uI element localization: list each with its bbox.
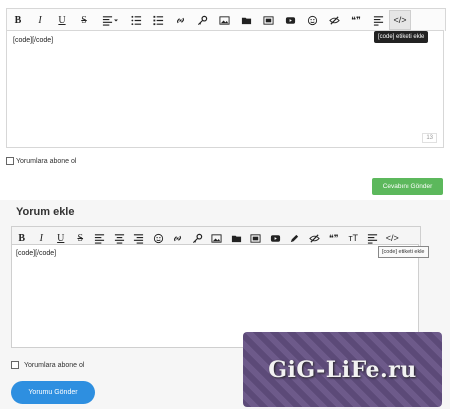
media-icon xyxy=(262,15,274,25)
reply-editor[interactable]: [code][/code] 13 xyxy=(6,30,444,148)
paragraph-icon xyxy=(368,233,378,244)
video-icon xyxy=(270,234,280,242)
upload-button[interactable] xyxy=(235,10,257,30)
media-icon xyxy=(250,233,261,243)
editor-toolbar: B I U S ❝❞ </> xyxy=(6,8,446,31)
youtube-icon xyxy=(285,16,295,24)
image-icon xyxy=(218,15,230,25)
folder-icon xyxy=(231,235,241,242)
italic-button[interactable]: I xyxy=(29,10,51,30)
key-icon xyxy=(197,15,207,25)
eye-slash-icon xyxy=(309,233,320,243)
link-icon xyxy=(176,17,184,23)
link-icon xyxy=(174,235,182,241)
align-left-icon xyxy=(95,233,105,244)
list-icon xyxy=(152,15,163,25)
paragraph-button[interactable] xyxy=(367,10,389,30)
image-button[interactable] xyxy=(213,10,235,30)
smiley-icon xyxy=(307,15,317,25)
subscribe-option[interactable]: Yorumlara abone ol xyxy=(6,157,76,165)
subscribe-checkbox[interactable] xyxy=(11,361,19,369)
align-center-icon xyxy=(114,233,124,244)
emoji-button[interactable] xyxy=(301,10,323,30)
unordered-list-button[interactable] xyxy=(147,10,169,30)
watermark-text: GiG-LiFe.ru xyxy=(268,356,417,383)
ordered-list-button[interactable] xyxy=(125,10,147,30)
subscribe-checkbox[interactable] xyxy=(6,157,14,165)
strikethrough-button[interactable]: S xyxy=(73,10,95,30)
folder-icon xyxy=(241,17,251,24)
media-button[interactable] xyxy=(257,10,279,30)
pencil-icon xyxy=(291,234,299,242)
align-right-icon xyxy=(134,233,144,244)
align-dropdown-button[interactable] xyxy=(95,10,125,30)
code-tooltip: [code] etiketi ekle xyxy=(378,246,429,258)
smiley-icon xyxy=(153,233,163,243)
subscribe-label: Yorumlara abone ol xyxy=(16,157,77,165)
align-icon xyxy=(102,15,112,26)
ordered-list-icon xyxy=(130,15,141,25)
youtube-button[interactable] xyxy=(279,10,301,30)
unlink-button[interactable] xyxy=(191,10,213,30)
comment-submit-button[interactable]: Yorumu Gönder xyxy=(11,381,95,404)
comment-form-heading: Yorum ekle xyxy=(16,206,75,218)
editor-content: [code][/code] xyxy=(13,37,54,44)
spoiler-button[interactable] xyxy=(323,10,345,30)
paragraph-icon xyxy=(373,15,383,26)
bold-button[interactable]: B xyxy=(7,10,29,30)
underline-button[interactable]: U xyxy=(51,10,73,30)
editor-content: [code][/code] xyxy=(16,250,57,257)
image-icon xyxy=(211,233,222,243)
code-button[interactable]: </> xyxy=(389,10,411,30)
reply-submit-button[interactable]: Cevabını Gönder xyxy=(372,178,443,195)
watermark-logo: GiG-LiFe.ru xyxy=(243,332,442,407)
code-tooltip: [code] etiketi ekle xyxy=(374,31,429,43)
quote-button[interactable]: ❝❞ xyxy=(345,10,367,30)
link-button[interactable] xyxy=(169,10,191,30)
eye-slash-icon xyxy=(328,15,340,25)
chevron-down-icon xyxy=(113,19,118,21)
character-counter: 13 xyxy=(422,133,437,143)
subscribe-label: Yorumlara abone ol xyxy=(24,361,85,369)
subscribe-option[interactable]: Yorumlara abone ol xyxy=(11,361,84,369)
key-icon xyxy=(192,233,202,243)
